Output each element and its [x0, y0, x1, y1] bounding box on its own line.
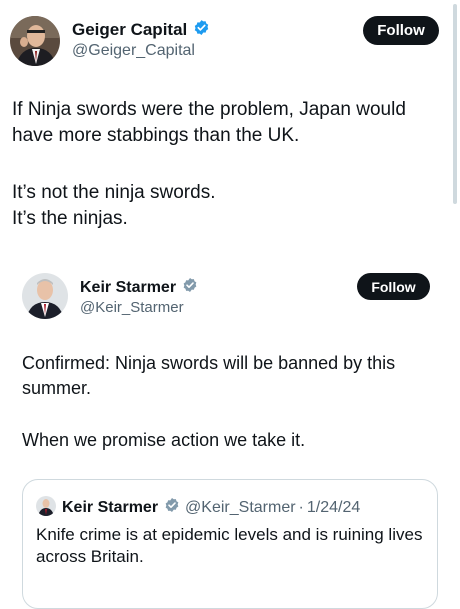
verified-badge-icon: [193, 19, 210, 41]
quoted-author-name-row: Keir Starmer: [80, 277, 198, 298]
nested-quote-avatar: [36, 496, 56, 516]
quoted-avatar[interactable]: [22, 273, 68, 319]
nested-quote-date: 1/24/24: [306, 498, 361, 516]
author-name-row: Geiger Capital: [72, 19, 210, 41]
author-handle[interactable]: @Geiger_Capital: [72, 42, 195, 60]
verified-badge-icon: [182, 277, 198, 298]
avatar[interactable]: [10, 16, 60, 66]
nested-quote-author-name: Keir Starmer: [62, 498, 159, 516]
quoted-tweet-text-paragraph-1: Confirmed: Ninja swords will be banned b…: [22, 353, 396, 398]
tweet-text-paragraph-1: If Ninja swords were the problem, Japan …: [12, 99, 406, 146]
follow-button[interactable]: Follow: [363, 16, 439, 45]
author-name[interactable]: Geiger Capital: [72, 20, 187, 40]
nested-quote-text: Knife crime is at epidemic levels and is…: [36, 525, 423, 566]
nested-quote-header: Keir Starmer @Keir_Starmer · 1/24/24: [62, 497, 360, 518]
nested-quote-handle: @Keir_Starmer: [185, 498, 296, 516]
quoted-author-name[interactable]: Keir Starmer: [80, 279, 176, 297]
quoted-author-handle[interactable]: @Keir_Starmer: [80, 299, 184, 316]
scrollbar[interactable]: [453, 4, 457, 204]
tweet-text-paragraph-2: It’s not the ninja swords. It’s the ninj…: [12, 182, 216, 229]
nested-quote-card[interactable]: Keir Starmer @Keir_Starmer · 1/24/24 Kni…: [22, 479, 438, 609]
quoted-tweet-text-paragraph-2: When we promise action we take it.: [22, 430, 306, 450]
nested-quote-separator: ·: [298, 498, 304, 516]
quoted-follow-button[interactable]: Follow: [357, 273, 430, 300]
verified-badge-icon: [164, 497, 180, 518]
